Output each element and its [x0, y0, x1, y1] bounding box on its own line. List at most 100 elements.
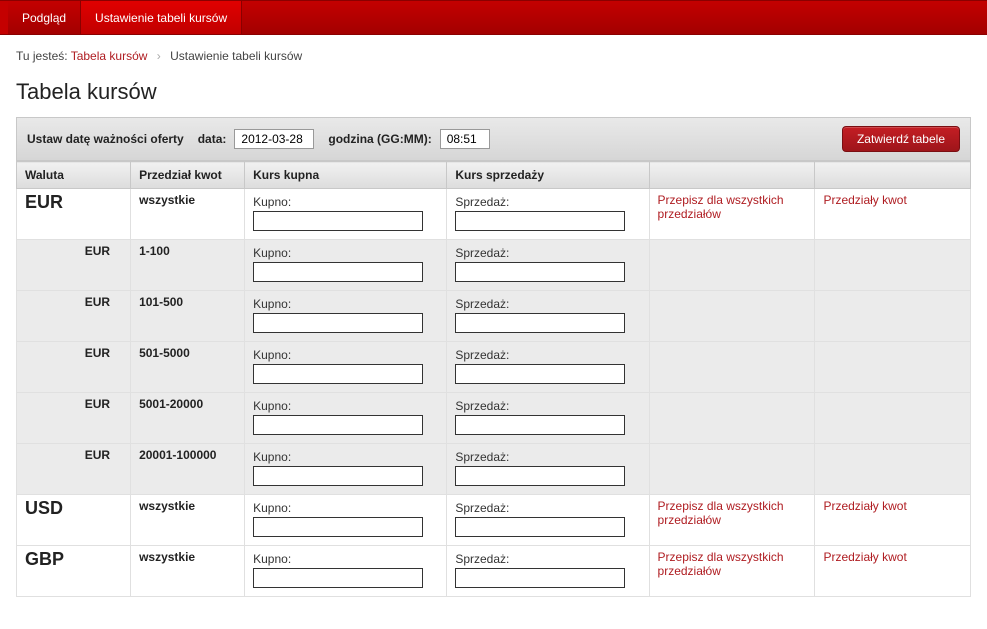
buy-label: Kupno: [253, 246, 438, 260]
table-row: GBPwszystkie Kupno: Sprzedaż: Przepisz dla … [17, 546, 971, 597]
table-row: EURwszystkie Kupno: Sprzedaż: Przepisz dla … [17, 189, 971, 240]
cell-sell: Sprzedaż: [447, 393, 649, 444]
cell-currency: EUR [17, 393, 131, 444]
buy-label: Kupno: [253, 399, 438, 413]
buy-input[interactable] [253, 211, 423, 231]
sell-label: Sprzedaż: [455, 450, 640, 464]
cell-action-copy [649, 342, 815, 393]
col-header-range: Przedział kwot [131, 162, 245, 189]
rates-table: Waluta Przedział kwot Kurs kupna Kurs sp… [16, 161, 971, 597]
sell-label: Sprzedaż: [455, 348, 640, 362]
sell-input[interactable] [455, 517, 625, 537]
cell-currency: EUR [17, 240, 131, 291]
cell-range: wszystkie [131, 495, 245, 546]
cell-action-ranges: Przedziały kwot [815, 495, 971, 546]
cell-action-copy [649, 240, 815, 291]
link-copy-all[interactable]: Przepisz dla wszystkich przedziałów [658, 499, 807, 527]
cell-range: wszystkie [131, 546, 245, 597]
cell-range: 501-5000 [131, 342, 245, 393]
cell-action-ranges: Przedziały kwot [815, 546, 971, 597]
table-row: EUR501-5000 Kupno: Sprzedaż: [17, 342, 971, 393]
table-row: EUR5001-20000 Kupno: Sprzedaż: [17, 393, 971, 444]
sell-input[interactable] [455, 262, 625, 282]
filter-controls: Ustaw datę ważności oferty data: godzina… [27, 129, 490, 149]
buy-input[interactable] [253, 517, 423, 537]
cell-action-copy [649, 393, 815, 444]
breadcrumb-link[interactable]: Tabela kursów [71, 49, 148, 63]
page-title: Tabela kursów [16, 79, 971, 105]
buy-input[interactable] [253, 415, 423, 435]
table-row: EUR20001-100000Kupno:Sprzedaż: [17, 444, 971, 495]
buy-input[interactable] [253, 262, 423, 282]
cell-action-copy: Przepisz dla wszystkich przedziałów [649, 546, 815, 597]
cell-sell: Sprzedaż: [447, 189, 649, 240]
buy-input[interactable] [253, 364, 423, 384]
sell-input[interactable] [455, 211, 625, 231]
cell-sell: Sprzedaż: [447, 342, 649, 393]
sell-input[interactable] [455, 415, 625, 435]
sell-label: Sprzedaż: [455, 501, 640, 515]
cell-range: 5001-20000 [131, 393, 245, 444]
breadcrumb-prefix: Tu jesteś: [16, 49, 68, 63]
cell-buy: Kupno: [245, 240, 447, 291]
tab-podglad[interactable]: Podgląd [8, 1, 81, 34]
time-input[interactable] [440, 129, 490, 149]
col-header-action2 [815, 162, 971, 189]
cell-currency: GBP [17, 546, 131, 597]
cell-buy: Kupno: [245, 393, 447, 444]
buy-input[interactable] [253, 313, 423, 333]
cell-currency: EUR [17, 342, 131, 393]
col-header-currency: Waluta [17, 162, 131, 189]
link-ranges[interactable]: Przedziały kwot [823, 550, 906, 564]
filter-label-time: godzina (GG:MM): [328, 132, 431, 146]
cell-action-ranges [815, 393, 971, 444]
cell-currency: USD [17, 495, 131, 546]
buy-label: Kupno: [253, 501, 438, 515]
cell-range: wszystkie [131, 189, 245, 240]
cell-sell: Sprzedaż: [447, 240, 649, 291]
breadcrumb-current: Ustawienie tabeli kursów [170, 49, 302, 63]
sell-input[interactable] [455, 313, 625, 333]
buy-label: Kupno: [253, 195, 438, 209]
col-header-action1 [649, 162, 815, 189]
cell-action-copy [649, 444, 815, 495]
confirm-button[interactable]: Zatwierdź tabele [842, 126, 960, 152]
sell-input[interactable] [455, 364, 625, 384]
buy-label: Kupno: [253, 348, 438, 362]
breadcrumb-separator: › [157, 49, 161, 63]
cell-buy: Kupno: [245, 189, 447, 240]
cell-sell: Sprzedaż: [447, 495, 649, 546]
link-copy-all[interactable]: Przepisz dla wszystkich przedziałów [658, 193, 807, 221]
buy-input[interactable] [253, 568, 423, 588]
buy-label: Kupno: [253, 297, 438, 311]
date-input[interactable] [234, 129, 314, 149]
tab-spacer [0, 1, 8, 34]
sell-input[interactable] [455, 568, 625, 588]
filter-label-main: Ustaw datę ważności oferty [27, 132, 184, 146]
sell-label: Sprzedaż: [455, 297, 640, 311]
tab-ustawienie[interactable]: Ustawienie tabeli kursów [81, 1, 242, 34]
link-ranges[interactable]: Przedziały kwot [823, 193, 906, 207]
cell-action-copy: Przepisz dla wszystkich przedziałów [649, 495, 815, 546]
cell-sell: Sprzedaż: [447, 291, 649, 342]
buy-label: Kupno: [253, 552, 438, 566]
link-copy-all[interactable]: Przepisz dla wszystkich przedziałów [658, 550, 807, 578]
cell-buy: Kupno: [245, 444, 447, 495]
cell-buy: Kupno: [245, 546, 447, 597]
filter-label-date: data: [198, 132, 227, 146]
buy-input[interactable] [253, 466, 423, 486]
sell-label: Sprzedaż: [455, 552, 640, 566]
cell-range: 20001-100000 [131, 444, 245, 495]
top-tab-bar: Podgląd Ustawienie tabeli kursów [0, 0, 987, 35]
table-row: EUR1-100Kupno:Sprzedaż: [17, 240, 971, 291]
sell-input[interactable] [455, 466, 625, 486]
cell-currency: EUR [17, 189, 131, 240]
cell-action-ranges [815, 291, 971, 342]
col-header-buy: Kurs kupna [245, 162, 447, 189]
cell-action-ranges [815, 240, 971, 291]
link-ranges[interactable]: Przedziały kwot [823, 499, 906, 513]
filter-bar: Ustaw datę ważności oferty data: godzina… [16, 117, 971, 161]
cell-range: 101-500 [131, 291, 245, 342]
cell-buy: Kupno: [245, 291, 447, 342]
cell-buy: Kupno: [245, 342, 447, 393]
